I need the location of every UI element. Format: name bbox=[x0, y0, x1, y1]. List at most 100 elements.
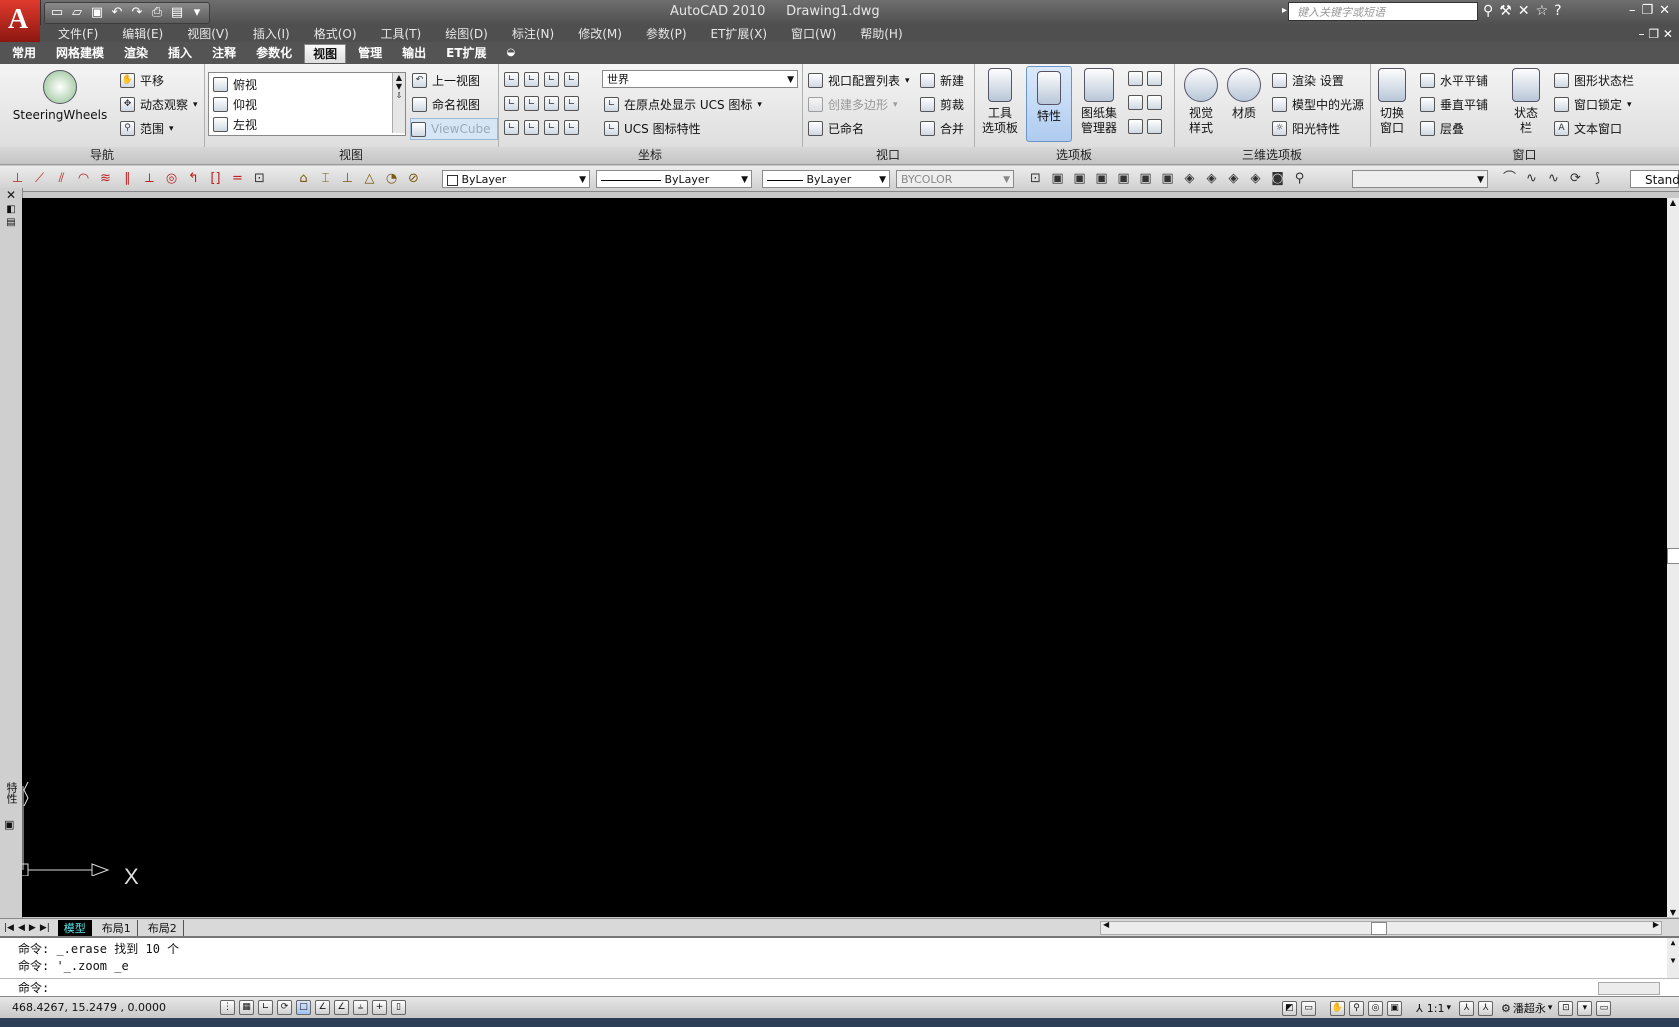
layout-nav-first-icon[interactable]: |◀ bbox=[4, 923, 14, 933]
maximize-icon[interactable]: ❐ bbox=[1642, 3, 1654, 18]
param-6-icon[interactable]: ⊘ bbox=[405, 170, 422, 187]
menu-file[interactable]: 文件(F) bbox=[58, 25, 98, 42]
workspace-dropdown-icon[interactable]: ▾ bbox=[1548, 1003, 1553, 1013]
dim-radius-icon[interactable]: ≋ bbox=[97, 170, 114, 187]
layout-tab-layout2[interactable]: 布局2 bbox=[142, 919, 184, 936]
status-bars-button[interactable]: 状态 栏 bbox=[1508, 68, 1544, 136]
view-top[interactable]: 俯视 bbox=[213, 76, 257, 93]
scroll-down-icon[interactable]: ▼ bbox=[1667, 908, 1679, 917]
undo-icon[interactable]: ↶ bbox=[109, 5, 125, 21]
right-view-cube-icon[interactable]: ▣ bbox=[1115, 170, 1132, 187]
nw-iso-icon[interactable]: ◈ bbox=[1247, 170, 1264, 187]
quick-dim-icon[interactable]: ↰ bbox=[185, 170, 202, 187]
save-icon[interactable]: ▣ bbox=[89, 5, 105, 21]
zoom-status-icon[interactable]: ⚲ bbox=[1349, 1000, 1364, 1016]
search-input[interactable]: 键入关键字或短语 bbox=[1288, 2, 1478, 21]
annotation-scale-dropdown-icon[interactable]: ▾ bbox=[1446, 1003, 1451, 1013]
sun-properties-button[interactable]: ☼ 阳光特性 bbox=[1272, 120, 1340, 137]
workspace-gear-icon[interactable]: ⚙ bbox=[1501, 1002, 1511, 1015]
dim-aligned-icon[interactable]: ⟋ bbox=[31, 170, 48, 187]
dim-jogged-icon[interactable]: ∥ bbox=[119, 170, 136, 187]
tab-parametric[interactable]: 参数化 bbox=[248, 44, 300, 62]
new-viewport-button[interactable]: 新建 bbox=[920, 72, 964, 89]
menu-modify[interactable]: 修改(M) bbox=[578, 25, 622, 42]
vertical-scroll-thumb[interactable] bbox=[1667, 548, 1679, 564]
minimize-icon[interactable]: – bbox=[1629, 3, 1636, 18]
menu-view[interactable]: 视图(V) bbox=[187, 25, 229, 42]
annotation-scale-value[interactable]: 1:1 bbox=[1427, 1002, 1445, 1015]
text-window-button[interactable]: A 文本窗口 bbox=[1554, 120, 1622, 137]
horizontal-scrollbar[interactable]: ◀ ▶ bbox=[1100, 920, 1662, 935]
infer-constraints-icon[interactable]: ⋮ bbox=[220, 1000, 235, 1015]
ucs-face-icon[interactable]: ∟ bbox=[564, 72, 579, 87]
layout-tab-layout1[interactable]: 布局1 bbox=[96, 919, 138, 936]
se-iso-icon[interactable]: ◈ bbox=[1203, 170, 1220, 187]
layout-nav-next-icon[interactable]: ▶ bbox=[29, 923, 36, 933]
window-lock-button[interactable]: 窗口锁定 ▾ bbox=[1554, 96, 1632, 113]
dynamic-ucs-icon[interactable]: ⫨ bbox=[353, 1000, 368, 1015]
steeringwheel-status-icon[interactable]: ◎ bbox=[1368, 1000, 1383, 1016]
param-3-icon[interactable]: ⊥ bbox=[339, 170, 356, 187]
communication-icon[interactable]: ✕ bbox=[1518, 3, 1530, 19]
ribbon-minimize-icon[interactable]: ◒ bbox=[499, 44, 524, 62]
menu-dimension[interactable]: 标注(N) bbox=[512, 25, 554, 42]
tab-manage[interactable]: 管理 bbox=[350, 44, 390, 62]
markup-icon[interactable] bbox=[1128, 95, 1143, 110]
bottom-view-cube-icon[interactable]: ▣ bbox=[1071, 170, 1088, 187]
model-space-icon[interactable]: ◩ bbox=[1282, 1000, 1297, 1016]
tab-et-express[interactable]: ET扩展 bbox=[438, 44, 494, 62]
view-bottom[interactable]: 仰视 bbox=[213, 96, 257, 113]
viewcube-toggle[interactable]: ViewCube bbox=[410, 118, 498, 140]
quick-view-layouts-icon[interactable]: ▭ bbox=[1301, 1000, 1316, 1016]
ucs-x-icon[interactable]: ∟ bbox=[504, 96, 519, 111]
drawing-canvas[interactable]: X bbox=[22, 198, 1667, 917]
clean-screen-icon[interactable]: ▭ bbox=[1596, 1000, 1612, 1016]
param-1-icon[interactable]: ⌂ bbox=[295, 170, 312, 187]
zoom-extents-button[interactable]: ⚲ 范围 ▾ bbox=[120, 120, 174, 137]
qat-dropdown-icon[interactable]: ▾ bbox=[189, 5, 205, 21]
palette-properties-icon[interactable]: ▣ bbox=[4, 818, 14, 831]
dim-ordinate-icon[interactable]: ◠ bbox=[75, 170, 92, 187]
named-viewports-button[interactable]: 已命名 bbox=[808, 120, 864, 137]
search-expand-icon[interactable]: ▸ bbox=[1282, 5, 1287, 16]
subscription-icon[interactable]: ⚒ bbox=[1499, 3, 1512, 19]
dim-diameter-icon[interactable]: ⟂ bbox=[141, 170, 158, 187]
open-file-icon[interactable]: ▱ bbox=[69, 5, 85, 21]
layout-nav-prev-icon[interactable]: ◀ bbox=[18, 923, 25, 933]
edit-polyline-icon[interactable]: ⟆ bbox=[1589, 170, 1606, 187]
status-menu-icon[interactable]: ▾ bbox=[1577, 1000, 1593, 1016]
polar-tracking-icon[interactable]: □ bbox=[296, 1000, 311, 1015]
switch-window-button[interactable]: 切换 窗口 bbox=[1374, 68, 1410, 136]
menu-insert[interactable]: 插入(I) bbox=[253, 25, 290, 42]
plot-icon[interactable]: ⎙ bbox=[149, 5, 165, 21]
layout-tab-model[interactable]: 模型 bbox=[57, 919, 92, 936]
param-5-icon[interactable]: ◔ bbox=[383, 170, 400, 187]
menu-window[interactable]: 窗口(W) bbox=[791, 25, 836, 42]
orbit-button[interactable]: ✥ 动态观察 ▾ bbox=[120, 96, 198, 113]
palette-close-icon[interactable]: ✕ bbox=[0, 188, 22, 202]
views-list[interactable]: 俯视 仰视 左视 ▲ ▼ ⇩ bbox=[208, 72, 406, 136]
doc-window-controls[interactable]: – ❐ ✕ bbox=[1639, 27, 1673, 41]
tab-insert[interactable]: 插入 bbox=[160, 44, 200, 62]
spline-icon[interactable]: ∿ bbox=[1523, 170, 1540, 187]
color-combo[interactable]: ByLayer ▼ bbox=[442, 170, 590, 188]
front-view-cube-icon[interactable]: ▣ bbox=[1137, 170, 1154, 187]
ne-iso-icon[interactable]: ◈ bbox=[1225, 170, 1242, 187]
ucs-view-icon[interactable]: ∟ bbox=[524, 72, 539, 87]
ucs-3point-icon[interactable]: ∟ bbox=[524, 120, 539, 135]
layout-nav-last-icon[interactable]: ▶| bbox=[40, 923, 50, 933]
views-list-scrollbar[interactable]: ▲ ▼ ⇩ bbox=[392, 73, 405, 133]
ucs-object-icon[interactable]: ∟ bbox=[544, 72, 559, 87]
dim-angular-icon[interactable]: ◎ bbox=[163, 170, 180, 187]
design-center-icon[interactable] bbox=[1128, 71, 1143, 86]
param-2-icon[interactable]: ⌶ bbox=[317, 170, 334, 187]
ucs-icon[interactable]: ∟ bbox=[504, 72, 519, 87]
pan-status-icon[interactable]: ✋ bbox=[1330, 1000, 1345, 1016]
calculator-icon[interactable] bbox=[1146, 95, 1162, 110]
dynamic-input-icon[interactable]: + bbox=[372, 1000, 387, 1015]
top-view-cube-icon[interactable]: ▣ bbox=[1049, 170, 1066, 187]
zoom-realtime-icon[interactable]: ⚲ bbox=[1291, 170, 1308, 187]
menu-edit[interactable]: 编辑(E) bbox=[122, 25, 163, 42]
palette-autohide-icon[interactable]: ◧ bbox=[0, 204, 22, 215]
redo-icon[interactable]: ↷ bbox=[129, 5, 145, 21]
